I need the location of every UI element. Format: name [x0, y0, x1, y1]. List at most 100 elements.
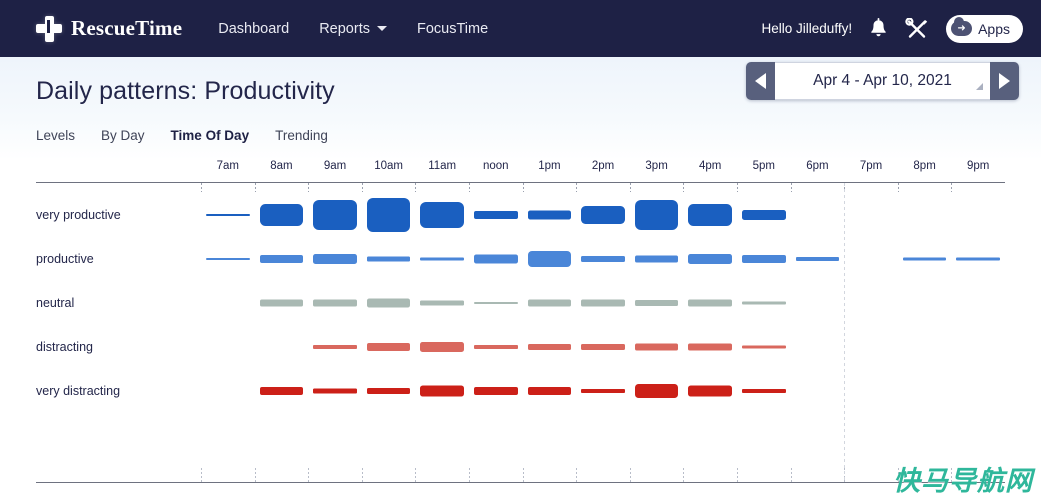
- bar[interactable]: [474, 387, 518, 395]
- bar[interactable]: [474, 345, 518, 349]
- bar[interactable]: [581, 299, 625, 307]
- bar[interactable]: [313, 345, 357, 349]
- date-range-field[interactable]: Apr 4 - Apr 10, 2021: [775, 62, 990, 100]
- x-axis-label-7am: 7am: [216, 160, 239, 172]
- bar[interactable]: [688, 204, 732, 226]
- bar[interactable]: [634, 200, 679, 230]
- resize-grip-icon: [976, 83, 983, 90]
- date-next-button[interactable]: [990, 62, 1019, 100]
- page-header-band: Daily patterns: Productivity Levels By D…: [0, 57, 1041, 160]
- bar[interactable]: [742, 345, 786, 349]
- nav-item-reports-label: Reports: [319, 20, 370, 37]
- bar[interactable]: [527, 251, 572, 267]
- chevron-down-icon: [376, 26, 387, 31]
- bar[interactable]: [313, 388, 357, 394]
- bar[interactable]: [527, 387, 572, 395]
- bar[interactable]: [956, 257, 1000, 261]
- bar[interactable]: [742, 301, 786, 305]
- nav-item-reports[interactable]: Reports: [319, 21, 387, 37]
- user-greeting: Hello Jilleduffy!: [761, 21, 853, 36]
- bar[interactable]: [366, 298, 411, 308]
- x-axis-label-1pm: 1pm: [538, 160, 561, 172]
- bar[interactable]: [688, 299, 732, 307]
- date-prev-button[interactable]: [746, 62, 775, 100]
- bar[interactable]: [366, 388, 411, 394]
- x-axis-label-noon: noon: [483, 160, 509, 172]
- bar[interactable]: [581, 256, 625, 262]
- x-axis-label-3pm: 3pm: [645, 160, 668, 172]
- brand-logo[interactable]: RescueTime: [36, 15, 182, 42]
- nav-item-dashboard[interactable]: Dashboard: [218, 21, 289, 37]
- bar[interactable]: [527, 210, 572, 220]
- bar[interactable]: [366, 343, 411, 351]
- tools-icon[interactable]: [905, 17, 929, 40]
- chart-lanes: very productive productive neutral distract…: [36, 183, 1005, 482]
- lane-label-distracting: distracting: [36, 340, 93, 354]
- lane-label-very-distracting: very distracting: [36, 384, 121, 398]
- apps-button[interactable]: ➜ Apps: [946, 14, 1023, 43]
- bar[interactable]: [581, 344, 625, 350]
- bar[interactable]: [259, 299, 304, 307]
- bar[interactable]: [420, 385, 464, 397]
- bar[interactable]: [795, 257, 840, 261]
- bar[interactable]: [634, 255, 679, 263]
- bar[interactable]: [474, 254, 518, 264]
- chart-lane: very productive: [36, 193, 1005, 237]
- time-of-day-chart: 7am 8am 9am 10am 11am noon 1pm 2pm 3pm 4pm 5pm 6pm 7…: [0, 160, 1041, 500]
- nav-item-focustime[interactable]: FocusTime: [417, 21, 488, 37]
- main-nav: Dashboard Reports FocusTime: [218, 21, 488, 37]
- bar[interactable]: [634, 384, 679, 398]
- bar[interactable]: [688, 385, 732, 397]
- bar[interactable]: [688, 254, 732, 264]
- tab-levels[interactable]: Levels: [36, 128, 75, 143]
- axis-bottom-line: [36, 482, 1005, 483]
- bar[interactable]: [581, 206, 625, 224]
- bar[interactable]: [742, 210, 786, 220]
- bar[interactable]: [742, 389, 786, 393]
- bar[interactable]: [366, 256, 411, 262]
- bar[interactable]: [313, 299, 357, 307]
- bar[interactable]: [474, 302, 518, 304]
- bar[interactable]: [420, 257, 464, 261]
- report-tabs: Levels By Day Time Of Day Trending: [36, 128, 1021, 143]
- x-axis-label-4pm: 4pm: [699, 160, 722, 172]
- x-axis-label-9pm: 9pm: [967, 160, 990, 172]
- x-axis-label-6pm: 6pm: [806, 160, 829, 172]
- bar[interactable]: [420, 300, 464, 306]
- bell-icon[interactable]: [869, 18, 888, 39]
- bar[interactable]: [206, 258, 250, 260]
- chart-lane: very distracting: [36, 369, 1005, 413]
- x-axis-label-9am: 9am: [323, 160, 347, 172]
- bar[interactable]: [742, 255, 786, 263]
- bar[interactable]: [634, 343, 679, 351]
- bar[interactable]: [313, 254, 357, 264]
- nav-item-focustime-label: FocusTime: [416, 20, 489, 37]
- x-axis-label-8pm: 8pm: [913, 160, 936, 172]
- bar[interactable]: [527, 344, 572, 350]
- bar[interactable]: [366, 198, 411, 232]
- bar[interactable]: [581, 389, 625, 393]
- bar[interactable]: [259, 387, 304, 395]
- current-time-marker: [844, 183, 846, 482]
- date-range-value: Apr 4 - Apr 10, 2021: [813, 72, 952, 89]
- bar[interactable]: [420, 202, 464, 228]
- lane-label-very-productive: very productive: [36, 208, 121, 222]
- bar[interactable]: [634, 300, 679, 306]
- bar[interactable]: [902, 257, 947, 261]
- tab-by-day[interactable]: By Day: [101, 128, 145, 143]
- chart-lane: productive: [36, 237, 1005, 281]
- bar[interactable]: [313, 200, 357, 230]
- x-axis-label-10am: 10am: [374, 160, 403, 172]
- medical-cross-icon: [36, 15, 62, 42]
- bar[interactable]: [259, 204, 304, 226]
- bar[interactable]: [206, 214, 250, 216]
- bar[interactable]: [259, 255, 304, 263]
- x-axis-labels: 7am 8am 9am 10am 11am noon 1pm 2pm 3pm 4pm 5pm 6pm 7…: [36, 160, 1005, 182]
- bar[interactable]: [688, 343, 732, 351]
- bar[interactable]: [420, 342, 464, 352]
- triangle-left-icon: [755, 73, 766, 89]
- bar[interactable]: [474, 211, 518, 219]
- tab-trending[interactable]: Trending: [275, 128, 328, 143]
- tab-time-of-day[interactable]: Time Of Day: [171, 128, 250, 143]
- bar[interactable]: [527, 299, 572, 307]
